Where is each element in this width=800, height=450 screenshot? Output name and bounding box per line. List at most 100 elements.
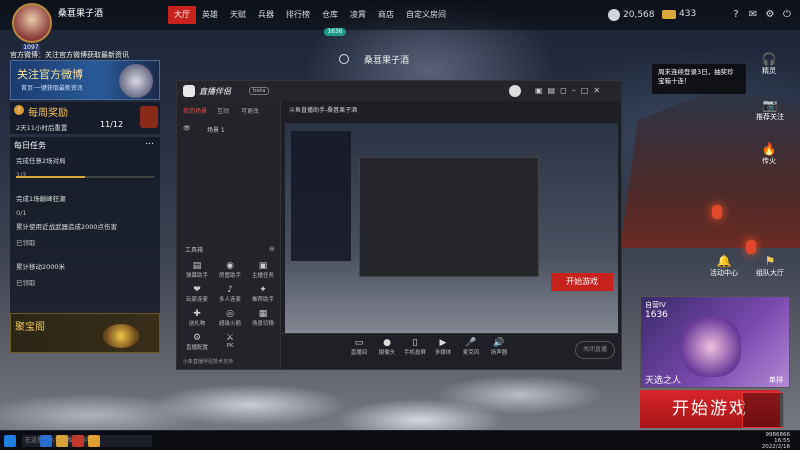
window-title: 桑葚果子酒 bbox=[364, 56, 410, 66]
end-stream-button[interactable]: 关闭直播 bbox=[575, 341, 615, 359]
tool-item[interactable]: ◎ 超级火箭 bbox=[214, 309, 246, 327]
mode-title: 天选之人 bbox=[645, 376, 682, 386]
tool-label: 房管助手 bbox=[218, 273, 241, 279]
gold-amount: 433 bbox=[679, 9, 697, 19]
tasks-title: 每日任务 bbox=[14, 141, 46, 150]
bottom-tool[interactable]: ● 摄像头 bbox=[373, 338, 401, 356]
mail-icon[interactable]: ✉ bbox=[747, 9, 759, 21]
world-icon[interactable] bbox=[339, 54, 349, 64]
banner-subtitle: 首页·一键获取最新资讯 bbox=[21, 85, 83, 92]
eye-icon[interactable]: 👁 bbox=[183, 125, 191, 132]
tab-custom-room[interactable]: 自定义房间 bbox=[400, 6, 452, 24]
scene-name[interactable]: 场景 1 bbox=[207, 125, 225, 134]
preview-left-panel bbox=[291, 131, 351, 261]
pass-fire-button[interactable]: 🔥 传火 bbox=[756, 142, 782, 166]
bottom-tool[interactable]: ▯ 手机投屏 bbox=[401, 338, 429, 356]
help-icon[interactable]: ? bbox=[730, 9, 742, 21]
tool-icon: ▣ bbox=[258, 261, 268, 271]
bottom-tool[interactable]: ▭ 直播间 bbox=[345, 338, 373, 356]
tool-item[interactable]: ▣ 主播任务 bbox=[247, 261, 279, 279]
game-mode-card[interactable]: 自营IV 1636 天选之人 单排 bbox=[640, 296, 790, 388]
team-hall-label: 组队大厅 bbox=[756, 269, 784, 277]
weekly-reward-panel[interactable]: ! 每周奖励 2天11小时后重置 11/12 bbox=[10, 102, 160, 134]
preview-nested-window bbox=[359, 157, 539, 277]
reward-reset-time: 2天11小时后重置 bbox=[16, 124, 68, 132]
toolbox-expand-icon[interactable]: ⊖ bbox=[269, 245, 275, 253]
tool-item[interactable]: ♪ 多人连麦 bbox=[214, 285, 246, 303]
bottom-tool-icon: ▭ bbox=[354, 338, 364, 348]
start-menu-icon[interactable] bbox=[4, 435, 16, 447]
bottom-tool-label: 摄像头 bbox=[378, 350, 396, 356]
tool-item[interactable]: ⚔ PK bbox=[214, 333, 246, 349]
mode-name: 自营IV bbox=[645, 301, 666, 309]
tab-my-scene[interactable]: 我的场景 bbox=[183, 106, 207, 115]
game-taskbar-icon[interactable] bbox=[72, 435, 84, 447]
windows-taskbar: 在这里输入你要搜索的内容 9986866 16:55 2022/2/18 bbox=[0, 430, 800, 450]
tab-editable[interactable]: 可更改 bbox=[241, 106, 259, 115]
bottom-tool[interactable]: ▶ 多媒体 bbox=[429, 338, 457, 356]
silver-amount: 20,568 bbox=[623, 10, 655, 20]
banner-title: 关注官方微博 bbox=[17, 68, 83, 81]
douyu-logo bbox=[742, 392, 784, 428]
version-badge: beta bbox=[249, 87, 270, 95]
tab-hall[interactable]: 大厅 bbox=[168, 6, 196, 24]
recommend-label: 推荐关注 bbox=[756, 113, 784, 121]
folder-icon[interactable] bbox=[56, 435, 68, 447]
streamer-taskbar-icon[interactable] bbox=[88, 435, 100, 447]
app-name: 直播伴侣 bbox=[199, 87, 231, 96]
tab-shop[interactable]: 商店 bbox=[372, 6, 400, 24]
streamer-avatar[interactable] bbox=[509, 85, 521, 97]
tool-item[interactable]: ▤ 弹幕助手 bbox=[181, 261, 213, 279]
task-row[interactable]: 累计使用近战武器造成2000点伤害 已领取 bbox=[16, 221, 154, 257]
tab-lingxiao[interactable]: 凌霄 bbox=[344, 6, 372, 24]
tool-item[interactable]: ✚ 送礼物 bbox=[181, 309, 213, 327]
pass-fire-label: 传火 bbox=[762, 157, 776, 165]
weibo-banner[interactable]: 关注官方微博 首页·一键获取最新资讯 bbox=[10, 60, 160, 100]
tool-item[interactable]: ◉ 房管助手 bbox=[214, 261, 246, 279]
task-row[interactable]: 累计移动2000米 已领取 bbox=[16, 261, 154, 297]
tab-weapons[interactable]: 兵器 bbox=[252, 6, 280, 24]
bottom-tool[interactable]: 🎤 麦克风 bbox=[457, 338, 485, 356]
settings-icon[interactable]: ⚙ bbox=[764, 9, 776, 21]
task-row[interactable]: 完成任意2场对局 1/2 bbox=[16, 155, 154, 191]
power-icon[interactable]: ⏻ bbox=[781, 9, 793, 21]
tasks-more-button[interactable]: ... bbox=[145, 137, 154, 147]
window-controls[interactable]: ▣▤◻–□✕ bbox=[535, 86, 605, 95]
team-hall-button[interactable]: ⚑ 组队大厅 bbox=[750, 254, 790, 278]
tool-item[interactable]: ⚙ 直播配置 bbox=[181, 333, 213, 351]
bottom-tool-icon: ● bbox=[383, 338, 391, 348]
info-icon: ! bbox=[14, 105, 24, 115]
avatar[interactable] bbox=[12, 3, 52, 43]
tool-icon: ◎ bbox=[226, 309, 234, 319]
tool-label: 多人连麦 bbox=[218, 297, 241, 303]
preview-start-button: 开始游戏 bbox=[551, 273, 613, 291]
treasure-banner[interactable]: 聚宝阁 bbox=[10, 313, 160, 353]
bottom-tool-label: 手机投屏 bbox=[403, 350, 426, 356]
event-center-button[interactable]: 🔔 活动中心 bbox=[704, 254, 744, 278]
bell-icon: 🔔 bbox=[716, 254, 732, 268]
edge-icon[interactable] bbox=[40, 435, 52, 447]
stream-header: 斗鱼直播助手-桑葚果子酒 bbox=[289, 107, 358, 114]
system-clock[interactable]: 9986866 16:55 2022/2/18 bbox=[748, 432, 790, 450]
sprite-button[interactable]: 🎧 精灵 bbox=[756, 52, 782, 76]
bottom-tool-icon: 🎤 bbox=[465, 338, 477, 348]
tool-icon: ✦ bbox=[259, 285, 267, 295]
tab-heroes[interactable]: 英雄 bbox=[196, 6, 224, 24]
silver-currency[interactable]: 20,568 bbox=[608, 9, 655, 21]
login-reward-notice[interactable]: 周末连续登录3日，抽奖珍宝箱十连！ bbox=[652, 64, 746, 94]
tool-item[interactable]: ✦ 推荐助手 bbox=[247, 285, 279, 303]
tool-label: 送礼物 bbox=[188, 321, 206, 327]
tab-talent[interactable]: 天赋 bbox=[224, 6, 252, 24]
tab-interact[interactable]: 互动 bbox=[217, 106, 229, 115]
online-count-badge: 1636 bbox=[324, 28, 346, 36]
recommend-follow-button[interactable]: 📷 推荐关注 bbox=[752, 98, 788, 122]
tool-item[interactable]: ❤ 玩家连麦 bbox=[181, 285, 213, 303]
bottom-tool[interactable]: 🔊 扬声器 bbox=[485, 338, 513, 356]
tab-storage[interactable]: 仓库 bbox=[316, 6, 344, 24]
stream-preview[interactable]: 开始游戏 bbox=[285, 123, 618, 343]
gold-currency[interactable]: 433 bbox=[662, 9, 696, 19]
tool-label: 场景切换 bbox=[251, 321, 274, 327]
bottom-tool-icon: ▶ bbox=[439, 338, 447, 348]
tab-leaderboard[interactable]: 排行榜 bbox=[280, 6, 316, 24]
tool-item[interactable]: ▦ 场景切换 bbox=[247, 309, 279, 327]
